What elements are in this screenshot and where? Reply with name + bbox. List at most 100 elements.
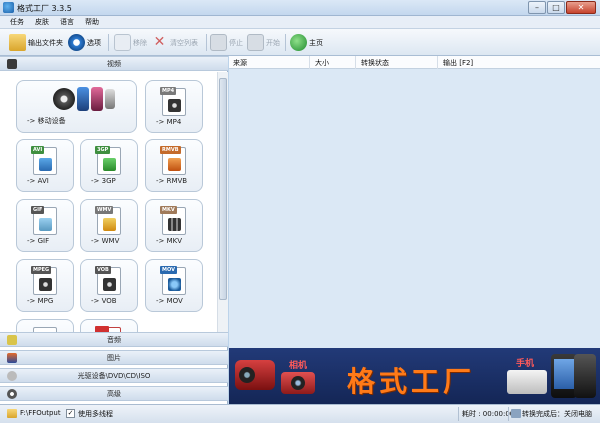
tile-more-format[interactable] xyxy=(80,319,138,332)
tile-label: -> MPG xyxy=(27,297,54,305)
multithread-label: 使用多线程 xyxy=(78,410,113,418)
mkv-icon: MKV xyxy=(160,206,186,235)
camera-label: 相机 xyxy=(289,361,308,371)
home-label: 主页 xyxy=(309,38,323,47)
tile-mov[interactable]: MOV -> MOV xyxy=(145,259,203,312)
toolbar: 输出文件夹 选项 移除 ✕ 清空列表 停止 开始 主页 xyxy=(0,29,600,56)
after-convert-action[interactable]: 转换完成后：关闭电脑 xyxy=(522,409,592,419)
tile-label: -> GIF xyxy=(27,237,50,245)
options-button[interactable]: 选项 xyxy=(68,32,101,53)
column-output[interactable]: 输出 [F2] xyxy=(443,58,473,68)
folder-icon xyxy=(9,34,26,51)
folder-icon xyxy=(7,409,17,418)
column-divider xyxy=(355,56,356,69)
tile-label: -> AVI xyxy=(27,177,49,185)
category-video[interactable]: 视频 xyxy=(0,56,228,71)
column-size[interactable]: 大小 xyxy=(315,58,329,68)
format-badge: MOV xyxy=(160,266,177,274)
mov-icon: MOV xyxy=(160,266,186,295)
home-button[interactable]: 主页 xyxy=(290,32,323,53)
multithread-checkbox[interactable]: ✓ xyxy=(66,409,75,418)
tile-mp4[interactable]: MP4 -> MP4 xyxy=(145,80,203,133)
tile-label: -> MP4 xyxy=(156,118,182,126)
tile-3gp[interactable]: 3GP -> 3GP xyxy=(80,139,138,192)
column-divider xyxy=(309,56,310,69)
status-divider xyxy=(508,407,509,421)
options-icon xyxy=(68,34,85,51)
stop-icon xyxy=(210,34,227,51)
menu-help[interactable]: 帮助 xyxy=(85,16,99,28)
status-bar: F:\FFOutput ✓ 使用多线程 耗时 : 00:00:00 转换完成后：… xyxy=(0,404,600,423)
tile-mobile-device[interactable]: -> 移动设备 xyxy=(16,80,137,133)
tile-gif[interactable]: GIF -> GIF xyxy=(16,199,74,252)
elapsed-time: 耗时 : 00:00:00 xyxy=(462,410,515,418)
avi-icon: AVI xyxy=(31,146,57,175)
output-folder-label: 输出文件夹 xyxy=(28,38,63,47)
camera-icon xyxy=(281,372,315,394)
category-advanced[interactable]: 高级 xyxy=(0,386,228,401)
mpg-icon: MPEG xyxy=(31,266,57,295)
start-label: 开始 xyxy=(266,38,280,47)
app-icon xyxy=(3,2,14,13)
start-button[interactable]: 开始 xyxy=(247,32,280,53)
tile-label: -> VOB xyxy=(91,297,117,305)
task-list[interactable]: 来源 大小 转换状态 输出 [F2] xyxy=(229,56,600,348)
window-controls: – □ ✕ xyxy=(527,1,596,15)
category-picture[interactable]: 图片 xyxy=(0,350,228,365)
output-path[interactable]: F:\FFOutput xyxy=(20,409,61,417)
menu-language[interactable]: 语言 xyxy=(60,16,74,28)
maximize-button[interactable]: □ xyxy=(547,1,565,14)
phone-icon xyxy=(91,87,103,111)
promo-banner[interactable]: 相机 格式工厂 手机 xyxy=(229,348,600,404)
tile-vob[interactable]: VOB -> VOB xyxy=(80,259,138,312)
format-badge: RMVB xyxy=(160,146,181,154)
power-icon xyxy=(511,409,521,418)
format-badge: WMV xyxy=(95,206,114,214)
tile-more-format[interactable] xyxy=(16,319,74,332)
tile-avi[interactable]: AVI -> AVI xyxy=(16,139,74,192)
tile-mkv[interactable]: MKV -> MKV xyxy=(145,199,203,252)
clear-list-label: 清空列表 xyxy=(170,38,198,47)
category-picture-label: 图片 xyxy=(107,354,121,362)
stop-label: 停止 xyxy=(229,38,243,47)
stop-button[interactable]: 停止 xyxy=(210,32,243,53)
clear-icon: ✕ xyxy=(153,34,166,50)
mp4-icon: MP4 xyxy=(160,87,186,116)
film-icon xyxy=(7,59,17,69)
format-scrollbar[interactable] xyxy=(217,72,228,332)
tile-rmvb[interactable]: RMVB -> RMVB xyxy=(145,139,203,192)
phone-label: 手机 xyxy=(516,359,535,369)
menu-task[interactable]: 任务 xyxy=(10,16,24,28)
home-icon xyxy=(290,34,307,51)
brand-text: 格式工厂 xyxy=(347,365,476,398)
remove-icon xyxy=(114,34,131,51)
category-video-label: 视频 xyxy=(107,60,121,68)
column-status[interactable]: 转换状态 xyxy=(361,58,389,68)
task-list-header: 来源 大小 转换状态 输出 [F2] xyxy=(229,56,600,69)
toolbar-divider xyxy=(285,34,286,51)
menu-bar: 任务 皮肤 语言 帮助 xyxy=(0,16,600,29)
minimize-button[interactable]: – xyxy=(528,1,546,14)
gif-icon: GIF xyxy=(31,206,57,235)
format-badge: MPEG xyxy=(31,266,52,274)
close-button[interactable]: ✕ xyxy=(566,1,596,14)
clear-list-button[interactable]: ✕ 清空列表 xyxy=(151,32,198,53)
scroll-thumb[interactable] xyxy=(219,78,227,300)
menu-skin[interactable]: 皮肤 xyxy=(35,16,49,28)
category-rom-device[interactable]: 光驱设备\DVD\CD\ISO xyxy=(0,368,228,383)
phone-icon xyxy=(77,87,89,111)
tile-wmv[interactable]: WMV -> WMV xyxy=(80,199,138,252)
disc-drive-icon xyxy=(7,371,17,381)
play-icon xyxy=(247,34,264,51)
category-advanced-label: 高级 xyxy=(107,390,121,398)
category-audio[interactable]: 音频 xyxy=(0,332,228,347)
column-source[interactable]: 来源 xyxy=(233,58,247,68)
toolbar-divider xyxy=(206,34,207,51)
remove-button[interactable]: 移除 xyxy=(114,32,147,53)
mobile-device-icon xyxy=(53,88,75,110)
options-label: 选项 xyxy=(87,38,101,47)
format-badge: AVI xyxy=(31,146,45,154)
tile-mpg[interactable]: MPEG -> MPG xyxy=(16,259,74,312)
title-bar: 格式工厂 3.3.5 – □ ✕ xyxy=(0,0,600,16)
output-folder-button[interactable]: 输出文件夹 xyxy=(9,32,63,53)
